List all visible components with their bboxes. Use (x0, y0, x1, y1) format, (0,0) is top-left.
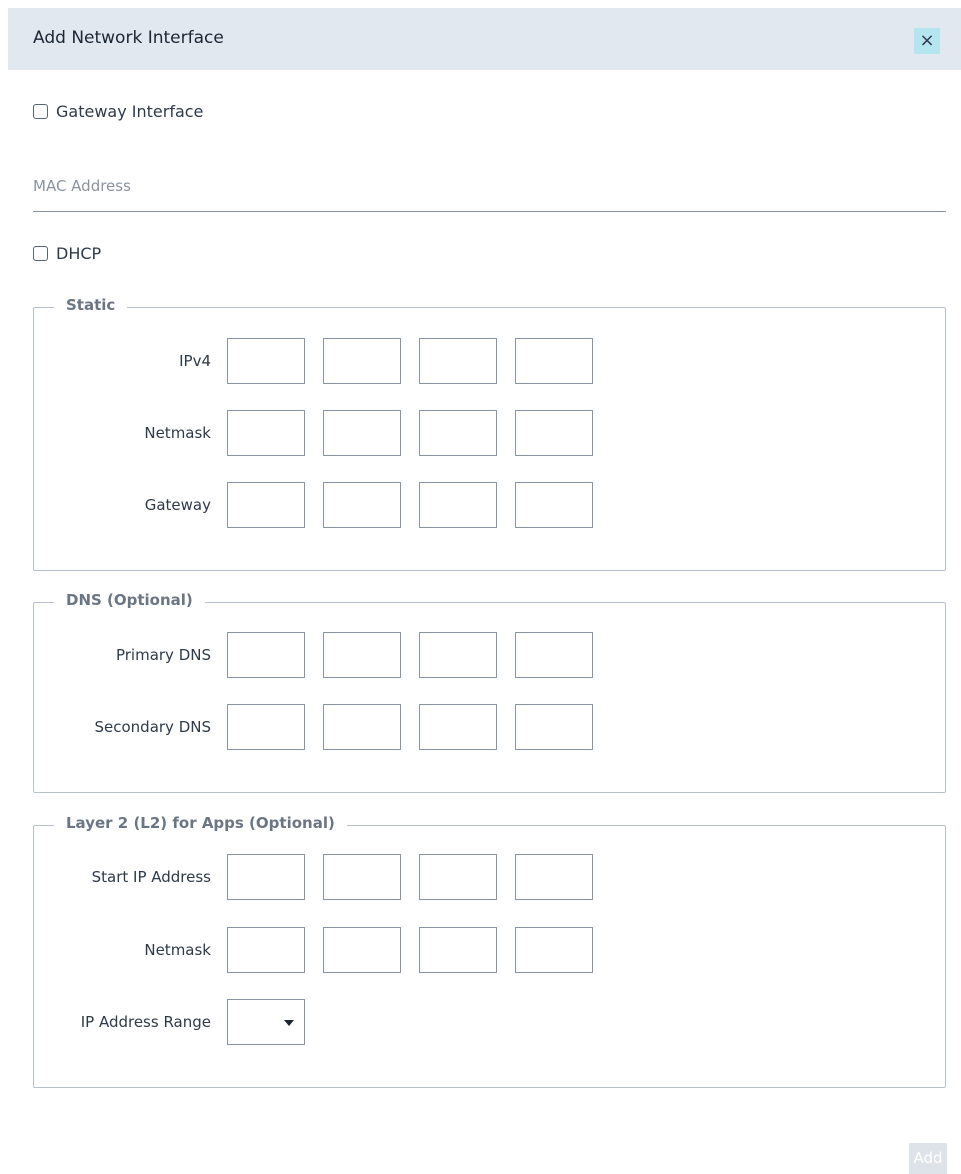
dns-legend: DNS (Optional) (54, 591, 205, 609)
static-group: Static IPv4 Netmask Gateway (33, 296, 946, 571)
start-ip-octet-1[interactable] (227, 854, 305, 900)
ipv4-label: IPv4 (179, 352, 211, 370)
dialog-title: Add Network Interface (33, 28, 224, 48)
netmask-label: Netmask (144, 424, 211, 442)
netmask-octet-2[interactable] (323, 410, 401, 456)
l2-netmask-row: Netmask (34, 927, 611, 973)
netmask-row: Netmask (34, 410, 611, 456)
netmask-octet-4[interactable] (515, 410, 593, 456)
gateway-label: Gateway (144, 496, 211, 514)
ipv4-octet-2[interactable] (323, 338, 401, 384)
gateway-interface-option[interactable]: Gateway Interface (33, 102, 203, 121)
netmask-octet-3[interactable] (419, 410, 497, 456)
ip-range-select[interactable] (227, 999, 305, 1045)
secondary-dns-label: Secondary DNS (94, 718, 212, 736)
secondary-dns-octet-1[interactable] (227, 704, 305, 750)
add-button[interactable]: Add (909, 1143, 947, 1174)
dns-group: DNS (Optional) Primary DNS Secondary DNS (33, 591, 946, 793)
primary-dns-octet-2[interactable] (323, 632, 401, 678)
start-ip-octet-3[interactable] (419, 854, 497, 900)
ip-range-row: IP Address Range (34, 999, 305, 1045)
secondary-dns-octet-4[interactable] (515, 704, 593, 750)
netmask-octet-1[interactable] (227, 410, 305, 456)
gateway-octet-3[interactable] (419, 482, 497, 528)
primary-dns-label: Primary DNS (115, 646, 211, 664)
gateway-interface-label: Gateway Interface (56, 102, 204, 121)
gateway-octet-1[interactable] (227, 482, 305, 528)
chevron-down-icon (284, 1020, 294, 1026)
ipv4-octet-3[interactable] (419, 338, 497, 384)
secondary-dns-octet-2[interactable] (323, 704, 401, 750)
gateway-interface-checkbox[interactable] (33, 104, 48, 119)
start-ip-octet-2[interactable] (323, 854, 401, 900)
gateway-row: Gateway (34, 482, 611, 528)
ip-range-label: IP Address Range (80, 1013, 211, 1031)
l2-netmask-octet-3[interactable] (419, 927, 497, 973)
start-ip-octet-4[interactable] (515, 854, 593, 900)
static-legend: Static (54, 296, 128, 314)
start-ip-label: Start IP Address (91, 868, 211, 886)
l2-netmask-label: Netmask (144, 941, 211, 959)
gateway-octet-2[interactable] (323, 482, 401, 528)
dhcp-checkbox[interactable] (33, 246, 48, 261)
secondary-dns-octet-3[interactable] (419, 704, 497, 750)
l2-netmask-octet-1[interactable] (227, 927, 305, 973)
l2-netmask-octet-2[interactable] (323, 927, 401, 973)
primary-dns-row: Primary DNS (34, 632, 611, 678)
ipv4-octet-1[interactable] (227, 338, 305, 384)
primary-dns-octet-4[interactable] (515, 632, 593, 678)
l2-group: Layer 2 (L2) for Apps (Optional) Start I… (33, 814, 946, 1088)
ipv4-octet-4[interactable] (515, 338, 593, 384)
l2-netmask-octet-4[interactable] (515, 927, 593, 973)
mac-address-input[interactable] (33, 160, 946, 212)
dialog-header: Add Network Interface × (8, 8, 961, 70)
primary-dns-octet-1[interactable] (227, 632, 305, 678)
ipv4-row: IPv4 (34, 338, 611, 384)
close-icon[interactable]: × (914, 28, 940, 54)
primary-dns-octet-3[interactable] (419, 632, 497, 678)
dhcp-label: DHCP (56, 244, 102, 263)
gateway-octet-4[interactable] (515, 482, 593, 528)
l2-legend: Layer 2 (L2) for Apps (Optional) (54, 814, 347, 832)
dhcp-option[interactable]: DHCP (33, 244, 101, 263)
start-ip-row: Start IP Address (34, 854, 611, 900)
secondary-dns-row: Secondary DNS (34, 704, 611, 750)
